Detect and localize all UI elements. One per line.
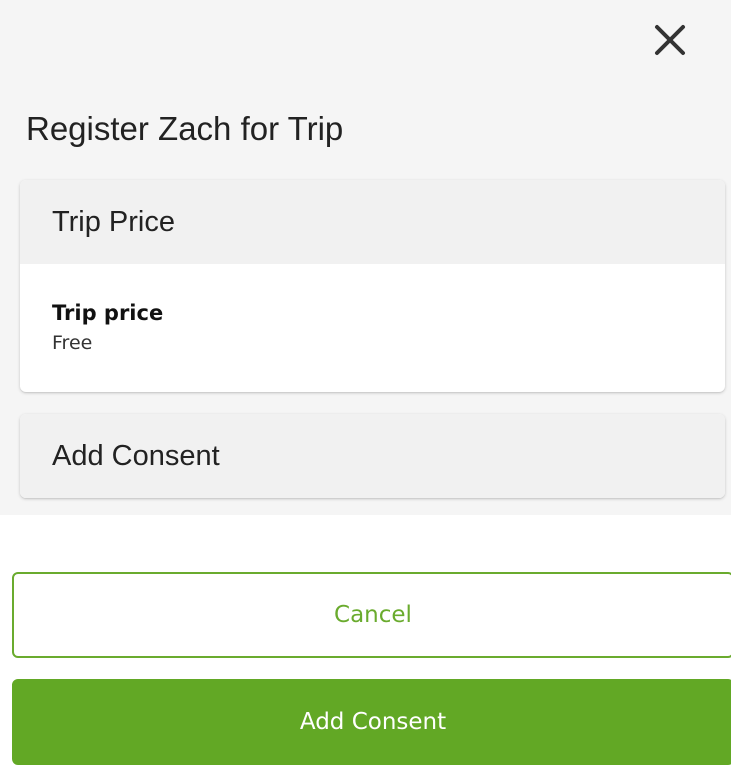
page-title: Register Zach for Trip [26, 110, 344, 147]
trip-price-value: Free [52, 332, 93, 354]
close-button[interactable] [648, 18, 692, 62]
close-icon [655, 25, 685, 55]
trip-price-header: Trip Price [20, 180, 725, 264]
add-consent-header: Add Consent [20, 414, 725, 498]
modal-content: Register Zach for Trip Trip Price Trip p… [0, 0, 731, 515]
cancel-button[interactable]: Cancel [12, 572, 731, 658]
trip-price-label: Trip price [52, 301, 164, 325]
trip-price-body: Trip price Free [20, 264, 725, 358]
trip-price-card: Trip Price Trip price Free [20, 180, 725, 392]
add-consent-card[interactable]: Add Consent [20, 414, 725, 498]
add-consent-button[interactable]: Add Consent [12, 679, 731, 765]
